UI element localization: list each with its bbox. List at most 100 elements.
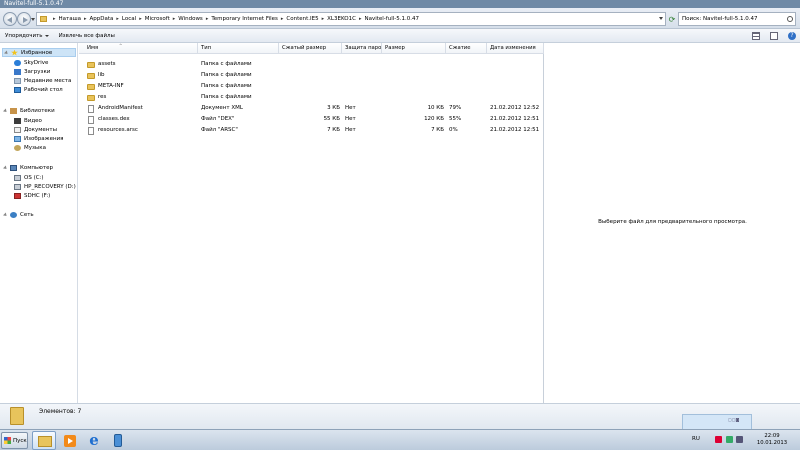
file-size-cell: 120 КБ (424, 116, 444, 122)
file-name: AndroidManifest (98, 105, 143, 111)
nav-drive-f[interactable]: SDHC (F:) (14, 191, 50, 200)
start-button[interactable]: Пуск (1, 432, 28, 449)
expand-icon[interactable] (3, 212, 8, 217)
breadcrumb-item[interactable]: Content.IE5 ▸ (286, 16, 327, 22)
file-protected-cell: Нет (345, 105, 356, 111)
organize-button[interactable]: Упорядочить (5, 33, 49, 39)
preview-pane-icon[interactable] (770, 32, 778, 40)
nav-video[interactable]: Видео (14, 116, 42, 125)
app-icon (114, 434, 122, 447)
nav-images[interactable]: Изображения (14, 134, 63, 143)
network-tray-icon[interactable] (726, 436, 733, 443)
taskbar-app[interactable] (106, 431, 130, 450)
chevron-right-icon[interactable]: ▸ (116, 16, 119, 22)
breadcrumb-item[interactable]: ▸ Наташа ▸ (50, 16, 90, 22)
file-ratio-cell (449, 92, 485, 103)
taskbar-internet-explorer[interactable]: e (82, 431, 106, 450)
recent-pages-dropdown[interactable] (31, 18, 35, 21)
recent-places-icon (14, 77, 21, 84)
column-date[interactable]: Дата изменения (487, 43, 544, 54)
column-name[interactable]: Имя (84, 43, 198, 54)
column-size[interactable]: Размер (382, 43, 446, 54)
chevron-right-icon[interactable]: ▸ (84, 16, 87, 22)
nav-music[interactable]: Музыка (14, 143, 46, 152)
nav-downloads[interactable]: Загрузки (14, 67, 50, 76)
chevron-right-icon[interactable]: ▸ (359, 16, 362, 22)
clock[interactable]: 22:09 10.01.2013 (747, 433, 797, 447)
file-row[interactable]: lib Папка с файлами (79, 70, 544, 81)
expand-icon[interactable] (4, 50, 9, 55)
chevron-right-icon[interactable]: ▸ (173, 16, 176, 22)
chevron-right-icon[interactable]: ▸ (53, 16, 56, 22)
file-ratio-cell: 0% (449, 127, 458, 133)
file-date-cell (490, 59, 544, 70)
chevron-right-icon[interactable]: ▸ (322, 16, 325, 22)
expand-icon[interactable] (3, 165, 8, 170)
column-ratio[interactable]: Сжатие (446, 43, 487, 54)
refresh-button[interactable]: ⟳ (667, 12, 677, 26)
file-compressed-cell: 3 КБ (327, 105, 340, 111)
nav-drive-d[interactable]: HP_RECOVERY (D:) (14, 182, 76, 191)
volume-icon[interactable] (736, 436, 743, 443)
nav-recent[interactable]: Недавние места (14, 76, 71, 85)
file-row[interactable]: assets Папка с файлами (79, 59, 544, 70)
column-type[interactable]: Тип (198, 43, 279, 54)
window-title: Navitel-full-5.1.0.47 (4, 0, 64, 7)
nav-drive-c[interactable]: OS (C:) (14, 173, 44, 182)
file-row[interactable]: AndroidManifest Документ XML 3 КБ Нет 10 КБ 7… (79, 103, 544, 114)
column-headers: ^ Имя Тип Сжатый размер Защита пароль Ра… (79, 43, 544, 54)
breadcrumb-item[interactable]: Navitel-full-5.1.0.47 (364, 16, 419, 22)
file-date-cell: 21.02.2012 12:51 (490, 127, 540, 133)
nav-network[interactable]: Сеть (3, 210, 34, 219)
breadcrumb-label: AppData (89, 16, 114, 22)
file-type-cell: Документ XML (201, 105, 243, 111)
search-input[interactable]: Поиск: Navitel-full-5.1.0.47 (678, 12, 796, 26)
chevron-right-icon[interactable]: ▸ (139, 16, 142, 22)
file-row[interactable]: res Папка с файлами (79, 92, 544, 103)
file-row[interactable]: resources.arsc Файл "ARSC" 7 КБ Нет 7 КБ 0% 21… (79, 125, 544, 136)
nav-libraries[interactable]: Библиотеки (3, 106, 55, 115)
action-center-icon[interactable] (715, 436, 722, 443)
taskbar-media-player[interactable] (58, 431, 82, 450)
expand-icon[interactable] (3, 108, 8, 113)
breadcrumb-item[interactable]: Temporary Internet Files ▸ (211, 16, 286, 22)
preview-pane: Выберите файл для предварительного просм… (545, 43, 800, 403)
breadcrumb-item[interactable]: Local ▸ (122, 16, 145, 22)
desktop-icon (14, 86, 21, 93)
breadcrumb-item[interactable]: XL3EKO1C ▸ (327, 16, 364, 22)
downloads-icon (14, 68, 21, 75)
nav-label: Рабочий стол (24, 86, 63, 93)
column-compressed-size[interactable]: Сжатый размер (279, 43, 342, 54)
forward-button[interactable] (17, 12, 31, 26)
taskbar-explorer[interactable] (32, 431, 56, 450)
nav-desktop[interactable]: Рабочий стол (14, 85, 63, 94)
file-size-cell (382, 81, 444, 92)
extract-all-button[interactable]: Извлечь все файлы (59, 33, 115, 39)
windows-logo-icon (4, 437, 11, 444)
breadcrumb-item[interactable]: AppData ▸ (90, 16, 122, 22)
language-bar-icon: ▢▢◙ (728, 417, 740, 422)
chevron-right-icon[interactable]: ▸ (281, 16, 284, 22)
nav-favorites[interactable]: Избранное (2, 48, 76, 57)
folder-icon (87, 61, 95, 68)
column-password[interactable]: Защита пароль (342, 43, 382, 54)
nav-skydrive[interactable]: SkyDrive (14, 58, 48, 67)
file-row[interactable]: classes.dex Файл "DEX" 55 КБ Нет 120 КБ 55% 21… (79, 114, 544, 125)
drive-icon (14, 183, 21, 190)
file-row[interactable]: META-INF Папка с файлами (79, 81, 544, 92)
back-button[interactable] (3, 12, 17, 26)
language-indicator[interactable]: RU (692, 436, 700, 442)
file-ratio-cell (449, 81, 485, 92)
view-options-icon[interactable] (752, 32, 760, 40)
nav-documents[interactable]: Документы (14, 125, 57, 134)
chevron-down-icon[interactable] (659, 17, 663, 20)
breadcrumb-label: Наташа (58, 16, 81, 22)
help-icon[interactable]: ? (788, 32, 796, 40)
file-icon (88, 126, 94, 135)
breadcrumb[interactable]: ▸ Наташа ▸ AppData ▸ Local ▸ Microsoft ▸ Windows ▸… (36, 12, 666, 26)
chevron-right-icon[interactable]: ▸ (206, 16, 209, 22)
breadcrumb-item[interactable]: Windows ▸ (178, 16, 211, 22)
nav-computer[interactable]: Компьютер (3, 163, 53, 172)
breadcrumb-item[interactable]: Microsoft ▸ (145, 16, 179, 22)
network-icon (10, 211, 17, 218)
